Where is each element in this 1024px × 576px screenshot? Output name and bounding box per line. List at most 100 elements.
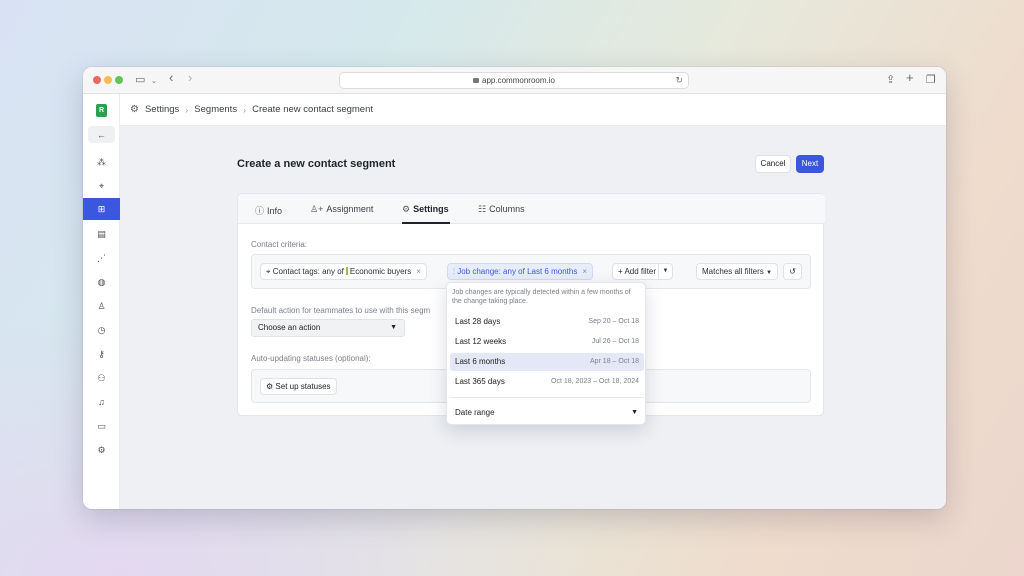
lock-icon <box>473 78 480 83</box>
option-label: Last 12 weeks <box>455 337 507 346</box>
chip-prefix: Contact tags: any of <box>272 267 344 276</box>
default-action-label: Default action for teammates to use with… <box>251 306 431 315</box>
app-logo[interactable]: R <box>96 104 107 117</box>
chip-value: Last 6 months <box>527 267 578 276</box>
tab-columns[interactable]: ☷ Columns <box>478 204 525 215</box>
gear-icon: ⚙ <box>130 104 139 115</box>
caret-down-icon: ▼ <box>766 270 772 276</box>
chip-prefix: Job change: any of <box>457 267 525 276</box>
tab-label: Columns <box>489 204 525 214</box>
remove-filter-icon[interactable]: × <box>582 267 587 276</box>
app-sidebar: R ← ⁂ ⌖ ⊞ ▤ ⋰ ◍ ♙ ◷ ⚷ ⚇ ♫ ▭ ⚙ <box>83 94 120 509</box>
key-icon[interactable]: ⚷ <box>83 343 120 365</box>
tag-icon[interactable]: ⌖ <box>83 175 120 197</box>
minimize-window-button[interactable] <box>104 76 112 84</box>
chevron-down-icon[interactable]: ⌄ <box>151 75 157 89</box>
option-range: Sep 20 – Oct 18 <box>588 318 639 325</box>
breadcrumb: ⚙ Settings › Segments › Create new conta… <box>130 104 373 115</box>
settings-icon[interactable]: ⚙ <box>83 439 120 461</box>
reset-filters-button[interactable]: ↺ <box>783 263 802 280</box>
close-window-button[interactable] <box>93 76 101 84</box>
back-icon[interactable]: ‹ <box>169 71 173 85</box>
tabs-overview-icon[interactable]: ❐ <box>926 73 936 87</box>
add-filter-label: + Add filter <box>618 267 657 276</box>
chevron-right-icon: › <box>185 104 189 115</box>
next-button[interactable]: Next <box>796 155 824 173</box>
dropdown-divider <box>450 397 644 398</box>
set-up-statuses-button[interactable]: ⚙ Set up statuses <box>260 378 337 395</box>
tab-label: Info <box>267 206 283 216</box>
monitor-icon[interactable]: ▭ <box>83 415 120 437</box>
option-last-6-months[interactable]: Last 6 months Apr 18 – Oct 18 <box>450 353 644 371</box>
breadcrumb-current: Create new contact segment <box>252 104 374 115</box>
clock-icon[interactable]: ◷ <box>83 319 120 341</box>
chip-value: Economic buyers <box>349 267 412 276</box>
default-action-select[interactable]: Choose an action ▼ <box>251 319 405 337</box>
tab-settings[interactable]: ⚙ Settings <box>402 204 449 215</box>
matches-filter-select[interactable]: Matches all filters ▼ <box>696 263 778 280</box>
date-range-select[interactable]: Date range ▼ <box>450 405 644 421</box>
option-label: Last 365 days <box>455 377 505 386</box>
dropdown-note: Job changes are typically detected withi… <box>452 289 631 305</box>
option-last-365-days[interactable]: Last 365 days Oct 18, 2023 – Oct 18, 202… <box>450 373 644 391</box>
reload-icon[interactable]: ↻ <box>675 73 683 88</box>
add-filter-button[interactable]: + Add filter ▼ <box>612 263 674 280</box>
columns-icon: ☷ <box>478 204 487 214</box>
globe-icon[interactable]: ◍ <box>83 271 120 293</box>
job-change-dropdown: Job changes are typically detected withi… <box>446 282 646 425</box>
network-icon[interactable]: ⋰ <box>83 247 120 269</box>
tab-assignment[interactable]: ♙+ Assignment <box>310 204 373 215</box>
table-icon[interactable]: ▤ <box>83 223 120 245</box>
job-change-filter-chip[interactable]: ⫶ Job change: any of Last 6 months × <box>447 263 593 280</box>
tag-color-bar <box>345 267 348 275</box>
contact-tags-filter-chip[interactable]: ⌖ Contact tags: any of Economic buyers × <box>260 263 427 280</box>
tab-label: Settings <box>413 204 449 214</box>
caret-down-icon: ▼ <box>631 409 638 416</box>
option-last-28-days[interactable]: Last 28 days Sep 20 – Oct 18 <box>450 313 644 331</box>
date-range-label: Date range <box>455 408 495 417</box>
back-arrow-icon[interactable]: ← <box>88 126 115 143</box>
tab-info[interactable]: ⓘ Info <box>255 204 282 217</box>
matches-label: Matches all filters <box>702 267 764 276</box>
tab-bar: ⓘ Info ♙+ Assignment ⚙ Settings ☷ Columns <box>238 194 825 224</box>
person-icon[interactable]: ♙ <box>83 295 120 317</box>
statuses-label: Auto-updating statuses (optional): <box>251 354 371 363</box>
contact-criteria-label: Contact criteria: <box>251 240 308 249</box>
browser-toolbar: ▭ ⌄ ‹ › app.commonroom.io ↻ ⇪ + ❐ <box>83 67 946 94</box>
sidebar-toggle-icon[interactable]: ▭ <box>135 73 145 87</box>
tab-label: Assignment <box>326 204 374 214</box>
caret-down-icon: ▼ <box>390 324 397 331</box>
chevron-right-icon: › <box>243 104 247 115</box>
info-icon: ⓘ <box>255 206 265 216</box>
gear-icon: ⚙ <box>266 382 276 391</box>
reset-icon: ↺ <box>789 267 796 276</box>
bell-icon[interactable]: ♫ <box>83 391 120 413</box>
option-range: Jul 26 – Oct 18 <box>591 338 639 345</box>
option-last-12-weeks[interactable]: Last 12 weeks Jul 26 – Oct 18 <box>450 333 644 351</box>
app-header: ⚙ Settings › Segments › Create new conta… <box>120 94 946 126</box>
select-value: Choose an action <box>258 323 321 332</box>
forward-icon[interactable]: › <box>188 71 192 85</box>
active-tab-indicator <box>402 222 450 224</box>
option-range: Apr 18 – Oct 18 <box>589 358 639 365</box>
option-label: Last 6 months <box>455 357 506 366</box>
share-icon[interactable]: ⇪ <box>886 73 895 87</box>
option-label: Last 28 days <box>455 317 501 326</box>
remove-filter-icon[interactable]: × <box>416 267 421 276</box>
caret-down-icon[interactable]: ▼ <box>658 264 672 279</box>
button-label: Set up statuses <box>275 382 331 391</box>
address-bar[interactable]: app.commonroom.io ↻ <box>339 72 689 89</box>
activity-icon[interactable]: ⁂ <box>83 151 120 173</box>
gear-icon: ⚙ <box>402 204 411 214</box>
breadcrumb-settings[interactable]: Settings <box>145 104 179 115</box>
user-plus-icon: ♙+ <box>310 204 324 214</box>
page-title: Create a new contact segment <box>237 158 396 170</box>
tag-icon: ⌖ <box>266 267 273 276</box>
option-range: Oct 18, 2023 – Oct 18, 2024 <box>551 378 639 385</box>
breadcrumb-segments[interactable]: Segments <box>194 104 237 115</box>
cancel-button[interactable]: Cancel <box>755 155 791 173</box>
segments-icon[interactable]: ⊞ <box>83 198 120 220</box>
new-tab-icon[interactable]: + <box>906 71 914 85</box>
org-chart-icon[interactable]: ⚇ <box>83 367 120 389</box>
maximize-window-button[interactable] <box>115 76 123 84</box>
